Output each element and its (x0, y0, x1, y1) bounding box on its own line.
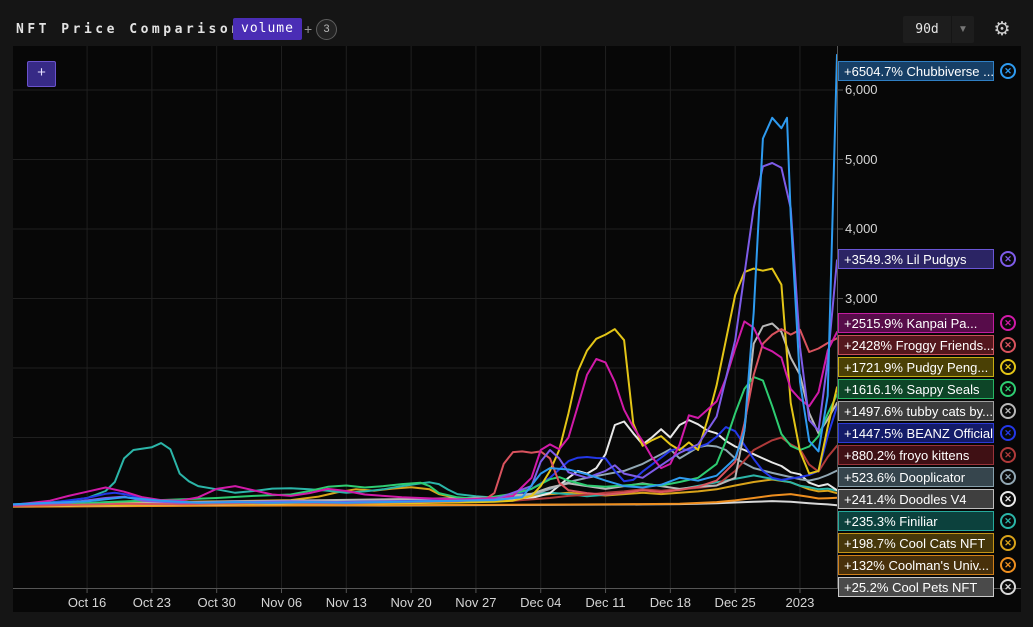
range-value[interactable]: 90d (903, 16, 951, 43)
legend-item-beanz-official[interactable]: +1447.5% BEANZ Official (838, 423, 994, 443)
range-selector[interactable]: 90d ▼ (903, 16, 974, 43)
legend-label: +3549.3% Lil Pudgys (844, 252, 967, 267)
series-line-pudgy-penguins (13, 267, 838, 508)
legend-label: +2428% Froggy Friends... (844, 338, 994, 353)
chevron-down-icon[interactable]: ▼ (951, 16, 974, 43)
gear-icon[interactable]: ⚙ (990, 17, 1014, 41)
y-axis-tick-label: 6,000 (845, 82, 878, 97)
legend-item-cool-pets-nft[interactable]: +25.2% Cool Pets NFT (838, 577, 994, 597)
close-icon-lil-pudgys[interactable] (1000, 251, 1016, 267)
close-icon-kanpai-pandas[interactable] (1000, 315, 1016, 331)
close-icon-coolman-s-universe[interactable] (1000, 557, 1016, 573)
legend-label: +2515.9% Kanpai Pa... (844, 316, 978, 331)
metric-chip-volume[interactable]: volume (233, 18, 302, 40)
x-axis-tick-label: Dec 25 (714, 595, 756, 610)
close-icon-beanz-official[interactable] (1000, 425, 1016, 441)
legend-label: +6504.7% Chubbiverse ... (844, 64, 994, 79)
legend-item-sappy-seals[interactable]: +1616.1% Sappy Seals (838, 379, 994, 399)
close-icon-doodles-v4[interactable] (1000, 491, 1016, 507)
legend-item-chubbiverse[interactable]: +6504.7% Chubbiverse ... (838, 61, 994, 81)
x-axis-tick-label: Oct 16 (67, 595, 107, 610)
legend-label: +235.3% Finiliar (844, 514, 938, 529)
y-axis-tick-label: 4,000 (845, 221, 878, 236)
legend-item-finiliar[interactable]: +235.3% Finiliar (838, 511, 994, 531)
y-axis-tick-label: 5,000 (845, 151, 878, 167)
page-title: NFT Price Comparison (16, 22, 243, 37)
legend-label: +1497.6% tubby cats by... (844, 404, 993, 419)
legend-item-coolman-s-universe[interactable]: +132% Coolman's Univ... (838, 555, 994, 575)
legend-item-doodles-v4[interactable]: +241.4% Doodles V4 (838, 489, 994, 509)
legend-label: +1721.9% Pudgy Peng... (844, 360, 989, 375)
close-icon-finiliar[interactable] (1000, 513, 1016, 529)
add-collection-button[interactable]: + (27, 61, 56, 87)
legend-item-cool-cats-nft[interactable]: +198.7% Cool Cats NFT (838, 533, 994, 553)
y-axis-tick-label: 3,000 (845, 290, 878, 306)
series-line-tubby-cats (13, 322, 838, 507)
close-icon-froggy-friends[interactable] (1000, 337, 1016, 353)
x-axis-tick-label: Nov 06 (260, 595, 303, 610)
close-icon-froyo-kittens[interactable] (1000, 447, 1016, 463)
series-line-lil-pudgys (13, 162, 838, 506)
legend-label: +241.4% Doodles V4 (844, 492, 967, 507)
legend-item-tubby-cats[interactable]: +1497.6% tubby cats by... (838, 401, 994, 421)
legend-label: +1447.5% BEANZ Official (844, 426, 993, 441)
series-line-froggy-friends (13, 328, 838, 507)
close-icon-dooplicator[interactable] (1000, 469, 1016, 485)
x-axis-tick-label: Nov 13 (325, 595, 367, 610)
legend-label: +1616.1% Sappy Seals (844, 382, 980, 397)
legend-item-kanpai-pandas[interactable]: +2515.9% Kanpai Pa... (838, 313, 994, 333)
close-icon-sappy-seals[interactable] (1000, 381, 1016, 397)
close-icon-tubby-cats[interactable] (1000, 403, 1016, 419)
legend-item-froggy-friends[interactable]: +2428% Froggy Friends... (838, 335, 994, 355)
close-icon-cool-cats-nft[interactable] (1000, 535, 1016, 551)
series-line-doodles-v4 (13, 419, 838, 508)
close-icon-cool-pets-nft[interactable] (1000, 579, 1016, 595)
x-axis-tick-label: Dec 04 (520, 595, 562, 610)
top-toolbar: NFT Price Comparison volume + 3 90d ▼ ⚙ (0, 0, 1033, 46)
legend-label: +132% Coolman's Univ... (844, 558, 989, 573)
close-icon-pudgy-penguins[interactable] (1000, 359, 1016, 375)
legend-label: +523.6% Dooplicator (844, 470, 966, 485)
legend-label: +25.2% Cool Pets NFT (844, 580, 978, 595)
x-axis-tick-label: Nov 27 (455, 595, 497, 610)
close-icon-chubbiverse[interactable] (1000, 63, 1016, 79)
x-axis-tick-label: Oct 23 (132, 595, 172, 610)
x-axis-tick-label: Oct 30 (197, 595, 236, 610)
plus-separator: + (304, 21, 313, 37)
x-axis-tick-label: 2023 (785, 595, 815, 610)
legend-item-lil-pudgys[interactable]: +3549.3% Lil Pudgys (838, 249, 994, 269)
x-axis-tick-label: Nov 20 (390, 595, 432, 610)
legend-item-dooplicator[interactable]: +523.6% Dooplicator (838, 467, 994, 487)
extra-metrics-count-badge[interactable]: 3 (316, 19, 337, 40)
legend-item-pudgy-penguins[interactable]: +1721.9% Pudgy Peng... (838, 357, 994, 377)
nft-price-comparison-app: NFT Price Comparison volume + 3 90d ▼ ⚙ … (0, 0, 1033, 627)
series-line-chubbiverse (13, 53, 838, 506)
legend-label: +880.2% froyo kittens (844, 448, 970, 463)
legend-item-froyo-kittens[interactable]: +880.2% froyo kittens (838, 445, 994, 465)
x-axis-tick-label: Dec 18 (649, 595, 691, 610)
x-axis-tick-label: Dec 11 (585, 595, 626, 610)
legend-label: +198.7% Cool Cats NFT (844, 536, 986, 551)
